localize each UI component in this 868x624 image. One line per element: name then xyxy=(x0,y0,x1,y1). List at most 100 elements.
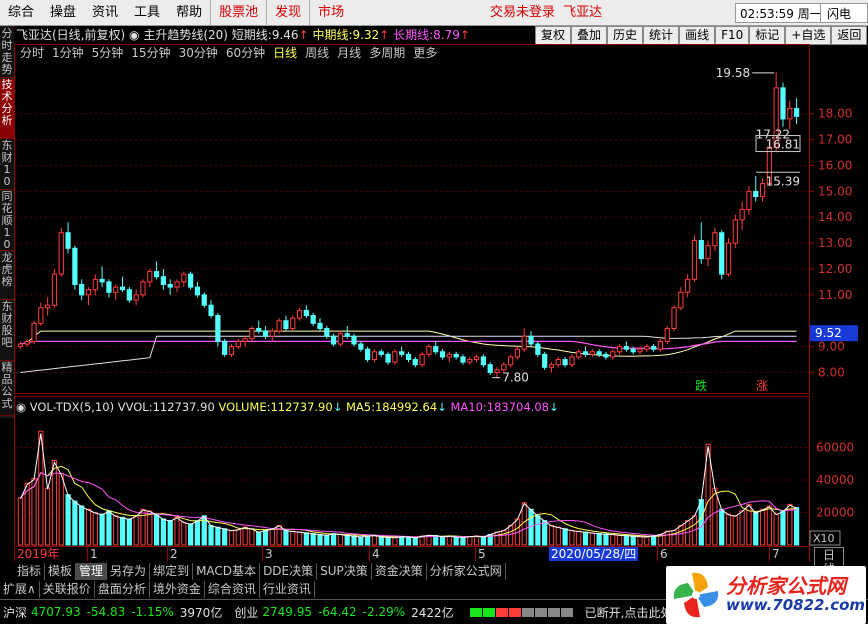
volume-value: 112737.90 xyxy=(270,400,333,414)
date-axis-label: 6 xyxy=(657,547,668,561)
volume-bar xyxy=(698,499,704,546)
candle-body xyxy=(174,281,180,288)
tab-industry-news[interactable]: 行业资讯 xyxy=(260,581,315,598)
cy-index-value: 2749.95 xyxy=(262,605,312,619)
volume-bar xyxy=(351,535,357,546)
volume-bar xyxy=(365,535,371,546)
volume-bar xyxy=(446,535,452,546)
volume-bar xyxy=(610,533,616,546)
volume-label: VOLUME: xyxy=(218,400,271,414)
volume-bar xyxy=(671,529,677,546)
tab-related-quotes[interactable]: 关联报价 xyxy=(40,581,95,598)
volume-bar xyxy=(99,513,105,546)
date-axis-label: 4 xyxy=(369,547,380,561)
candle-body xyxy=(719,232,725,275)
candle-body xyxy=(793,108,800,117)
candle-body xyxy=(589,351,595,355)
volume-bar xyxy=(140,508,146,546)
candle-body xyxy=(85,289,92,296)
volume-bar xyxy=(630,535,636,546)
tab-templates[interactable]: 模板 xyxy=(45,563,77,580)
volume-bar xyxy=(65,494,71,546)
tab-general-news[interactable]: 综合资讯 xyxy=(205,581,260,598)
candle-body xyxy=(780,87,786,120)
candle-body xyxy=(330,335,337,345)
candle-body xyxy=(467,359,473,363)
volume-bar xyxy=(290,530,296,546)
tab-indicators[interactable]: 指标 xyxy=(14,563,46,580)
candle-body xyxy=(208,304,214,317)
volume-bar xyxy=(188,523,194,546)
candle-body xyxy=(188,273,194,288)
candle-body xyxy=(51,273,58,306)
tab-fund-decision[interactable]: 资金决策 xyxy=(371,563,427,580)
volume-tick-label: 40000 xyxy=(816,473,854,487)
volume-bar xyxy=(72,500,78,546)
cy-index-change: -64.42 xyxy=(317,605,357,619)
tab-manage[interactable]: 管理 xyxy=(76,563,108,580)
volume-bar xyxy=(31,477,37,546)
volume-bar xyxy=(330,533,337,546)
volume-bar xyxy=(719,508,725,546)
volume-bar xyxy=(119,516,126,546)
volume-bar xyxy=(399,536,405,546)
candle-body xyxy=(542,353,548,368)
candle-body xyxy=(521,335,527,350)
tab-foreign-capital[interactable]: 境外资金 xyxy=(150,581,205,598)
volume-settings-icon[interactable]: ◉ xyxy=(16,400,26,414)
price-tick-label: 16.00 xyxy=(818,158,852,172)
tab-formula-site[interactable]: 分析家公式网 xyxy=(426,563,506,580)
volume-bar xyxy=(296,531,303,546)
candle-body xyxy=(99,278,105,283)
volume-bar xyxy=(283,529,289,546)
candle-body xyxy=(725,242,732,275)
candle-body xyxy=(698,240,704,260)
ma10-label: MA10: xyxy=(450,400,487,414)
candle-body xyxy=(582,351,589,355)
tab-expand[interactable]: 扩展∧ xyxy=(0,581,40,598)
tab-market-analysis[interactable]: 盘面分析 xyxy=(95,581,150,598)
crosshair-date-label: 2020/05/28/四 xyxy=(549,547,639,561)
volume-bar xyxy=(678,525,684,546)
candle-body xyxy=(58,232,64,275)
volume-bar xyxy=(766,505,772,546)
tab-dde-decision[interactable]: DDE决策 xyxy=(260,563,318,580)
tab-save-as[interactable]: 另存为 xyxy=(107,563,151,580)
volume-bar xyxy=(759,508,766,546)
volume-bar xyxy=(235,529,241,546)
volume-bar xyxy=(153,513,160,546)
sh-index-change: -54.83 xyxy=(86,605,126,619)
candle-body xyxy=(351,335,357,345)
current-price-label: 9.52 xyxy=(815,326,842,340)
candle-body xyxy=(419,353,425,366)
price-tick-label: 9.00 xyxy=(818,340,845,354)
volume-bar xyxy=(133,515,139,546)
tab-sup-decision[interactable]: SUP决策 xyxy=(317,563,372,580)
vvol-value: 112737.90 xyxy=(152,400,215,414)
volume-indicator-title[interactable]: VOL-TDX(5,10) xyxy=(30,400,114,414)
candle-body xyxy=(596,351,602,355)
volume-bar xyxy=(256,531,262,546)
cy-index-label[interactable]: 创业 xyxy=(234,604,258,621)
candle-body xyxy=(235,340,241,348)
volume-bar xyxy=(453,536,459,546)
volume-bar xyxy=(310,533,316,546)
volume-bar xyxy=(17,497,24,546)
price-tick-label: 18.00 xyxy=(818,107,852,121)
candle-body xyxy=(133,294,139,301)
candle-body xyxy=(412,359,418,366)
volume-bar xyxy=(317,533,323,546)
sh-index-label[interactable]: 沪深 xyxy=(3,604,27,621)
kline-chart[interactable]: 18.0017.0016.0015.0014.0013.0012.0011.00… xyxy=(0,0,868,562)
volume-bar xyxy=(644,536,650,546)
tab-macd-basic[interactable]: MACD基本 xyxy=(193,563,261,580)
tab-bind-to[interactable]: 绑定到 xyxy=(150,563,194,580)
volume-bar xyxy=(467,536,473,546)
candle-body xyxy=(610,351,616,358)
candle-body xyxy=(630,348,636,353)
volume-bar xyxy=(542,520,548,546)
candle-body xyxy=(296,309,303,319)
price-marker-15: 15.39 xyxy=(766,174,800,188)
low-price-label: 7.80 xyxy=(502,371,529,385)
candle-body xyxy=(79,284,85,296)
